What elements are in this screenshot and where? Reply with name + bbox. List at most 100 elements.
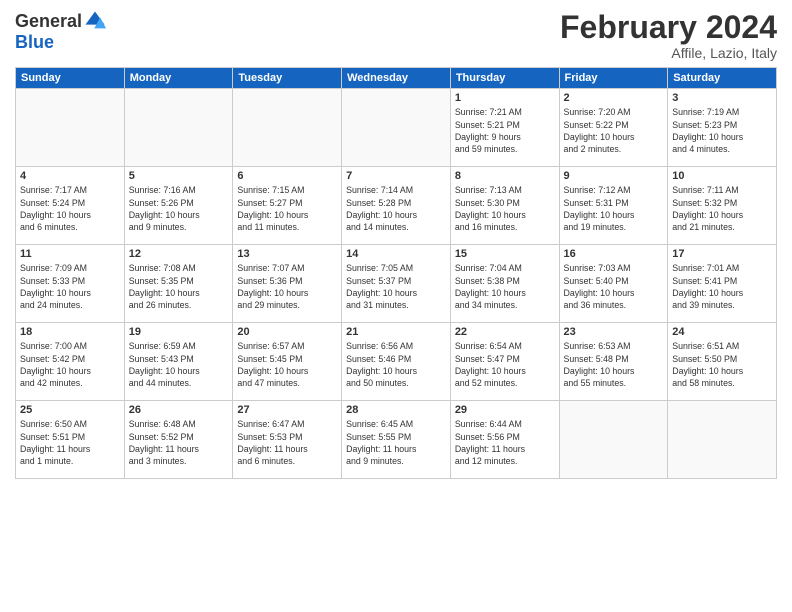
day-info: Sunrise: 7:01 AM Sunset: 5:41 PM Dayligh… — [672, 262, 772, 311]
table-row: 10 Sunrise: 7:11 AM Sunset: 5:32 PM Dayli… — [668, 167, 777, 245]
day-number: 13 — [237, 248, 337, 260]
table-row: 27 Sunrise: 6:47 AM Sunset: 5:53 PM Dayli… — [233, 401, 342, 479]
day-number: 12 — [129, 248, 229, 260]
calendar-week-1: 1 Sunrise: 7:21 AM Sunset: 5:21 PM Daylig… — [16, 89, 777, 167]
day-info: Sunrise: 6:48 AM Sunset: 5:52 PM Dayligh… — [129, 418, 229, 467]
day-info: Sunrise: 7:13 AM Sunset: 5:30 PM Dayligh… — [455, 184, 555, 233]
table-row: 5Sunrise: 7:16 AM Sunset: 5:26 PM Daylig… — [124, 167, 233, 245]
table-row — [559, 401, 668, 479]
day-number: 26 — [129, 404, 229, 416]
header: General Blue February 2024 Affile, Lazio… — [15, 10, 777, 61]
day-number: 6 — [237, 170, 337, 182]
day-number: 20 — [237, 326, 337, 338]
day-info: Sunrise: 7:17 AM Sunset: 5:24 PM Dayligh… — [20, 184, 120, 233]
col-tuesday: Tuesday — [233, 68, 342, 89]
day-number: 28 — [346, 404, 446, 416]
calendar-week-3: 11 Sunrise: 7:09 AM Sunset: 5:33 PM Dayli… — [16, 245, 777, 323]
table-row: 23 Sunrise: 6:53 AM Sunset: 5:48 PM Dayli… — [559, 323, 668, 401]
day-number: 15 — [455, 248, 555, 260]
table-row: 11 Sunrise: 7:09 AM Sunset: 5:33 PM Dayli… — [16, 245, 125, 323]
logo-blue: Blue — [15, 32, 54, 53]
table-row: 16 Sunrise: 7:03 AM Sunset: 5:40 PM Dayli… — [559, 245, 668, 323]
day-info: Sunrise: 7:15 AM Sunset: 5:27 PM Dayligh… — [237, 184, 337, 233]
day-info: Sunrise: 7:16 AM Sunset: 5:26 PM Dayligh… — [129, 184, 229, 233]
table-row: 7Sunrise: 7:14 AM Sunset: 5:28 PM Daylig… — [342, 167, 451, 245]
logo-icon — [84, 10, 106, 32]
table-row: 26 Sunrise: 6:48 AM Sunset: 5:52 PM Dayli… — [124, 401, 233, 479]
day-info: Sunrise: 6:50 AM Sunset: 5:51 PM Dayligh… — [20, 418, 120, 467]
day-info: Sunrise: 7:21 AM Sunset: 5:21 PM Dayligh… — [455, 106, 555, 155]
day-info: Sunrise: 7:11 AM Sunset: 5:32 PM Dayligh… — [672, 184, 772, 233]
table-row: 8 Sunrise: 7:13 AM Sunset: 5:30 PM Daylig… — [450, 167, 559, 245]
table-row: 19 Sunrise: 6:59 AM Sunset: 5:43 PM Dayli… — [124, 323, 233, 401]
day-number: 25 — [20, 404, 120, 416]
day-number: 10 — [672, 170, 772, 182]
calendar-week-4: 18 Sunrise: 7:00 AM Sunset: 5:42 PM Dayli… — [16, 323, 777, 401]
table-row: 2Sunrise: 7:20 AM Sunset: 5:22 PM Daylig… — [559, 89, 668, 167]
table-row: 3 Sunrise: 7:19 AM Sunset: 5:23 PM Daylig… — [668, 89, 777, 167]
day-number: 19 — [129, 326, 229, 338]
day-number: 7 — [346, 170, 446, 182]
table-row — [124, 89, 233, 167]
table-row: 17 Sunrise: 7:01 AM Sunset: 5:41 PM Dayli… — [668, 245, 777, 323]
day-number: 27 — [237, 404, 337, 416]
table-row: 18 Sunrise: 7:00 AM Sunset: 5:42 PM Dayli… — [16, 323, 125, 401]
day-info: Sunrise: 6:47 AM Sunset: 5:53 PM Dayligh… — [237, 418, 337, 467]
table-row: 25 Sunrise: 6:50 AM Sunset: 5:51 PM Dayli… — [16, 401, 125, 479]
day-number: 14 — [346, 248, 446, 260]
col-sunday: Sunday — [16, 68, 125, 89]
col-friday: Friday — [559, 68, 668, 89]
table-row: 20 Sunrise: 6:57 AM Sunset: 5:45 PM Dayli… — [233, 323, 342, 401]
day-number: 17 — [672, 248, 772, 260]
day-number: 23 — [564, 326, 664, 338]
day-info: Sunrise: 6:53 AM Sunset: 5:48 PM Dayligh… — [564, 340, 664, 389]
table-row: 6 Sunrise: 7:15 AM Sunset: 5:27 PM Daylig… — [233, 167, 342, 245]
table-row — [16, 89, 125, 167]
day-number: 11 — [20, 248, 120, 260]
day-info: Sunrise: 7:19 AM Sunset: 5:23 PM Dayligh… — [672, 106, 772, 155]
day-number: 8 — [455, 170, 555, 182]
day-info: Sunrise: 7:08 AM Sunset: 5:35 PM Dayligh… — [129, 262, 229, 311]
day-info: Sunrise: 7:04 AM Sunset: 5:38 PM Dayligh… — [455, 262, 555, 311]
title-area: February 2024 Affile, Lazio, Italy — [560, 10, 777, 61]
calendar-week-2: 4Sunrise: 7:17 AM Sunset: 5:24 PM Daylig… — [16, 167, 777, 245]
page: General Blue February 2024 Affile, Lazio… — [0, 0, 792, 612]
day-number: 16 — [564, 248, 664, 260]
month-title: February 2024 — [560, 10, 777, 45]
day-number: 9 — [564, 170, 664, 182]
day-info: Sunrise: 6:51 AM Sunset: 5:50 PM Dayligh… — [672, 340, 772, 389]
calendar-week-5: 25 Sunrise: 6:50 AM Sunset: 5:51 PM Dayli… — [16, 401, 777, 479]
day-number: 21 — [346, 326, 446, 338]
col-thursday: Thursday — [450, 68, 559, 89]
day-number: 29 — [455, 404, 555, 416]
col-monday: Monday — [124, 68, 233, 89]
table-row: 14 Sunrise: 7:05 AM Sunset: 5:37 PM Dayli… — [342, 245, 451, 323]
day-info: Sunrise: 6:59 AM Sunset: 5:43 PM Dayligh… — [129, 340, 229, 389]
table-row: 28 Sunrise: 6:45 AM Sunset: 5:55 PM Dayli… — [342, 401, 451, 479]
day-number: 18 — [20, 326, 120, 338]
day-info: Sunrise: 7:05 AM Sunset: 5:37 PM Dayligh… — [346, 262, 446, 311]
day-number: 24 — [672, 326, 772, 338]
day-info: Sunrise: 7:03 AM Sunset: 5:40 PM Dayligh… — [564, 262, 664, 311]
day-info: Sunrise: 7:00 AM Sunset: 5:42 PM Dayligh… — [20, 340, 120, 389]
day-info: Sunrise: 6:54 AM Sunset: 5:47 PM Dayligh… — [455, 340, 555, 389]
table-row: 22Sunrise: 6:54 AM Sunset: 5:47 PM Dayli… — [450, 323, 559, 401]
day-info: Sunrise: 7:07 AM Sunset: 5:36 PM Dayligh… — [237, 262, 337, 311]
logo-general: General — [15, 11, 82, 32]
day-number: 3 — [672, 92, 772, 104]
table-row: 15 Sunrise: 7:04 AM Sunset: 5:38 PM Dayli… — [450, 245, 559, 323]
table-row: 29Sunrise: 6:44 AM Sunset: 5:56 PM Dayli… — [450, 401, 559, 479]
day-info: Sunrise: 6:45 AM Sunset: 5:55 PM Dayligh… — [346, 418, 446, 467]
day-info: Sunrise: 7:09 AM Sunset: 5:33 PM Dayligh… — [20, 262, 120, 311]
table-row — [668, 401, 777, 479]
day-info: Sunrise: 6:57 AM Sunset: 5:45 PM Dayligh… — [237, 340, 337, 389]
table-row: 12 Sunrise: 7:08 AM Sunset: 5:35 PM Dayli… — [124, 245, 233, 323]
day-number: 1 — [455, 92, 555, 104]
table-row — [342, 89, 451, 167]
table-row: 13 Sunrise: 7:07 AM Sunset: 5:36 PM Dayli… — [233, 245, 342, 323]
day-info: Sunrise: 6:56 AM Sunset: 5:46 PM Dayligh… — [346, 340, 446, 389]
day-info: Sunrise: 7:20 AM Sunset: 5:22 PM Dayligh… — [564, 106, 664, 155]
col-wednesday: Wednesday — [342, 68, 451, 89]
col-saturday: Saturday — [668, 68, 777, 89]
calendar-header-row: Sunday Monday Tuesday Wednesday Thursday… — [16, 68, 777, 89]
